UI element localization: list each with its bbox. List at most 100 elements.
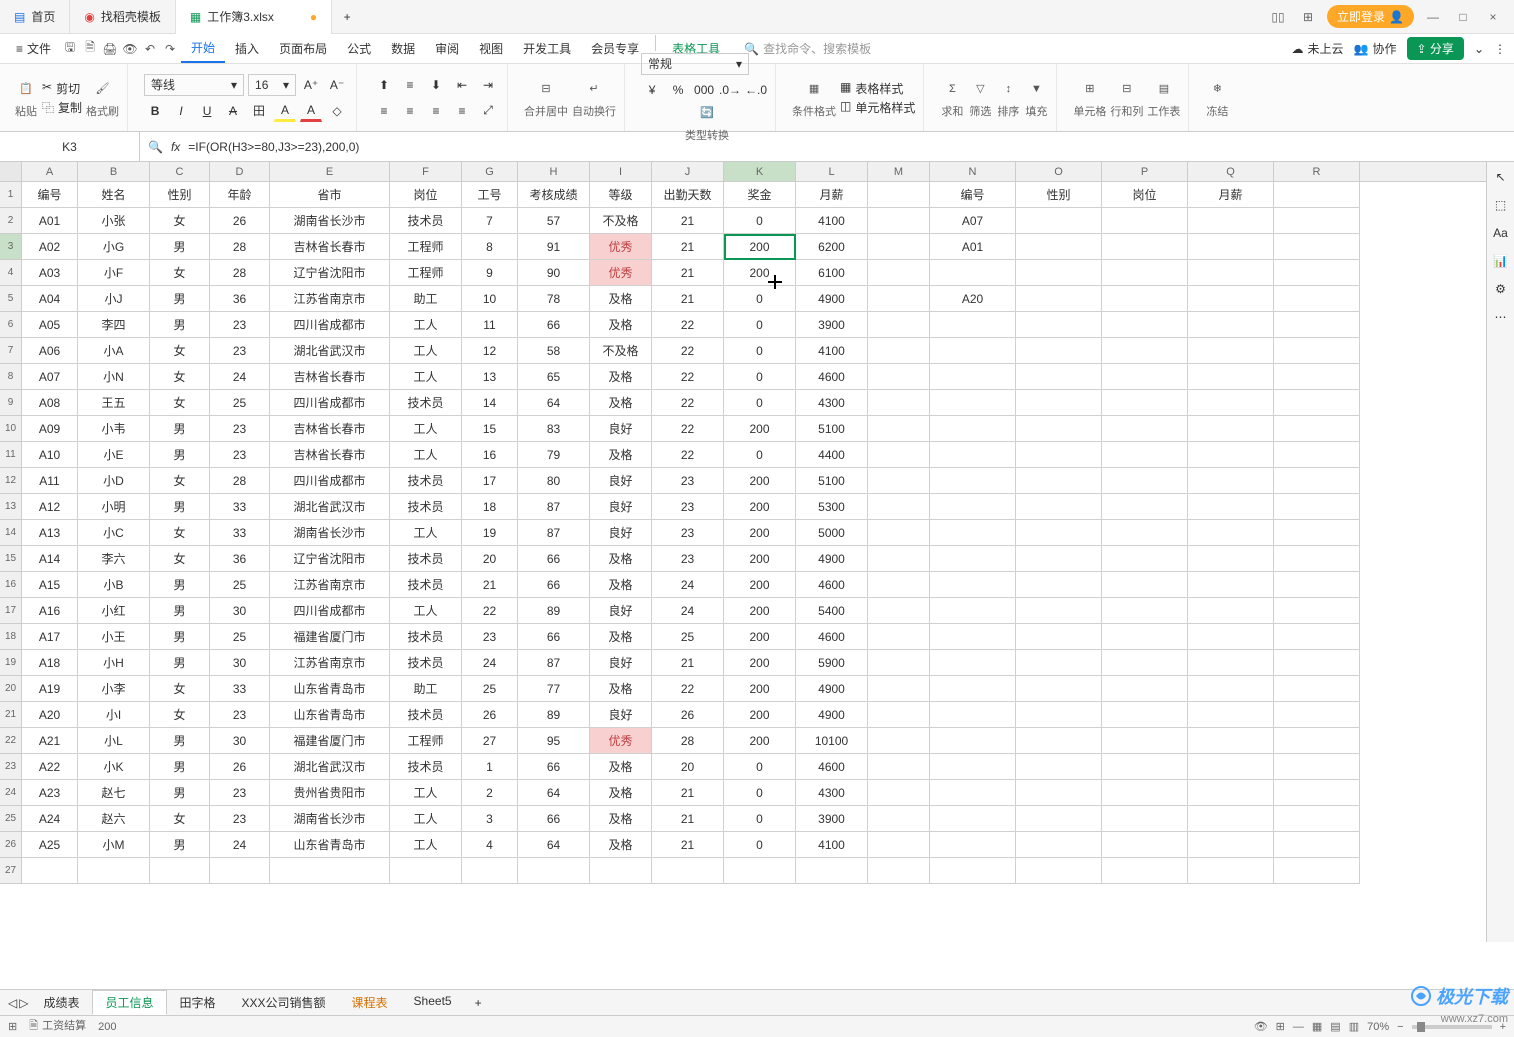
row-header-8[interactable]: 8 (0, 364, 21, 390)
col-header-H[interactable]: H (518, 162, 590, 181)
side-more-icon[interactable]: ⋯ (1495, 310, 1507, 324)
fx-icon[interactable]: fx (171, 140, 180, 154)
cell[interactable]: A23 (22, 780, 78, 806)
minimize-button[interactable]: — (1422, 6, 1444, 28)
cell[interactable] (1016, 572, 1102, 598)
cell[interactable]: 25 (652, 624, 724, 650)
cell[interactable] (1274, 208, 1360, 234)
cell[interactable]: 湖南省长沙市 (270, 806, 390, 832)
cell[interactable] (1102, 676, 1188, 702)
cell[interactable]: 64 (518, 390, 590, 416)
cell[interactable]: 男 (150, 312, 210, 338)
cell[interactable]: 24 (210, 364, 270, 390)
cell[interactable]: 良好 (590, 494, 652, 520)
cell[interactable]: A18 (22, 650, 78, 676)
cell[interactable] (1274, 364, 1360, 390)
cell[interactable]: 23 (210, 416, 270, 442)
row-header-10[interactable]: 10 (0, 416, 21, 442)
cell[interactable]: 21 (652, 832, 724, 858)
cell[interactable] (1274, 234, 1360, 260)
cell[interactable]: A05 (22, 312, 78, 338)
cell[interactable]: A16 (22, 598, 78, 624)
cell[interactable] (1016, 702, 1102, 728)
cell[interactable]: 女 (150, 702, 210, 728)
cell[interactable] (868, 806, 930, 832)
cell[interactable] (868, 832, 930, 858)
menu-视图[interactable]: 视图 (469, 35, 513, 63)
cell[interactable]: 不及格 (590, 338, 652, 364)
menu-数据[interactable]: 数据 (381, 35, 425, 63)
cell[interactable]: 28 (210, 468, 270, 494)
cell[interactable]: 33 (210, 676, 270, 702)
cell[interactable]: 22 (652, 442, 724, 468)
cell[interactable]: 男 (150, 416, 210, 442)
sort-button[interactable]: ↕排序 (996, 77, 1020, 119)
cell[interactable]: 小G (78, 234, 150, 260)
cell[interactable] (590, 858, 652, 884)
cell[interactable] (1016, 650, 1102, 676)
cell[interactable] (1188, 260, 1274, 286)
cell[interactable]: 24 (652, 598, 724, 624)
cell[interactable]: 4600 (796, 754, 868, 780)
cell[interactable]: 小C (78, 520, 150, 546)
cell[interactable]: 小A (78, 338, 150, 364)
cell[interactable] (1016, 858, 1102, 884)
type-convert-button[interactable]: 🔄 类型转换 (685, 101, 729, 143)
cell[interactable]: 月薪 (1188, 182, 1274, 208)
cell[interactable] (868, 286, 930, 312)
cell[interactable]: 及格 (590, 806, 652, 832)
cell[interactable]: 男 (150, 728, 210, 754)
cell[interactable]: 山东省青岛市 (270, 702, 390, 728)
cell[interactable] (868, 546, 930, 572)
row-header-11[interactable]: 11 (0, 442, 21, 468)
cell[interactable]: 200 (724, 416, 796, 442)
side-select-icon[interactable]: ⬚ (1495, 198, 1506, 212)
cell[interactable]: 编号 (930, 182, 1016, 208)
cell[interactable]: 工程师 (390, 260, 462, 286)
cell[interactable] (1274, 702, 1360, 728)
cond-format-button[interactable]: ▦ 条件格式 (792, 77, 836, 119)
cell[interactable] (930, 728, 1016, 754)
cell[interactable]: 0 (724, 208, 796, 234)
cell[interactable] (930, 442, 1016, 468)
cell[interactable] (1188, 494, 1274, 520)
cell[interactable]: 21 (652, 286, 724, 312)
cell[interactable]: 200 (724, 728, 796, 754)
cell[interactable]: 女 (150, 546, 210, 572)
cell[interactable] (868, 598, 930, 624)
cell[interactable] (1016, 416, 1102, 442)
grid-icon[interactable]: ⊞ (1276, 1020, 1285, 1033)
col-header-O[interactable]: O (1016, 162, 1102, 181)
cell[interactable]: 小H (78, 650, 150, 676)
cell[interactable]: A17 (22, 624, 78, 650)
cell[interactable] (930, 364, 1016, 390)
cell[interactable]: 男 (150, 598, 210, 624)
cell[interactable]: 四川省成都市 (270, 598, 390, 624)
cell[interactable]: 24 (462, 650, 518, 676)
cell[interactable]: 33 (210, 494, 270, 520)
col-header-I[interactable]: I (590, 162, 652, 181)
view-page-icon[interactable]: ▤ (1330, 1020, 1340, 1033)
format-painter-button[interactable]: 🖌 格式刷 (86, 77, 119, 119)
cell[interactable]: 工程师 (390, 234, 462, 260)
cell[interactable]: 4600 (796, 572, 868, 598)
cell[interactable] (1274, 442, 1360, 468)
cell[interactable] (1274, 416, 1360, 442)
side-gear-icon[interactable]: ⚙ (1495, 282, 1506, 296)
align-right-icon[interactable]: ≡ (425, 100, 447, 122)
cell[interactable]: 65 (518, 364, 590, 390)
cell[interactable]: 女 (150, 676, 210, 702)
cell[interactable]: 工人 (390, 312, 462, 338)
cell[interactable]: 及格 (590, 624, 652, 650)
cell[interactable] (868, 624, 930, 650)
cell[interactable]: 7 (462, 208, 518, 234)
cell[interactable] (1274, 468, 1360, 494)
cell[interactable] (1274, 858, 1360, 884)
cell[interactable]: 女 (150, 338, 210, 364)
cell[interactable] (1188, 390, 1274, 416)
cell[interactable]: 小红 (78, 598, 150, 624)
cell[interactable] (1102, 286, 1188, 312)
sheet-button[interactable]: ▤工作表 (1147, 77, 1180, 119)
cell[interactable]: 6200 (796, 234, 868, 260)
table-style-button[interactable]: ▦表格样式 (840, 80, 915, 97)
